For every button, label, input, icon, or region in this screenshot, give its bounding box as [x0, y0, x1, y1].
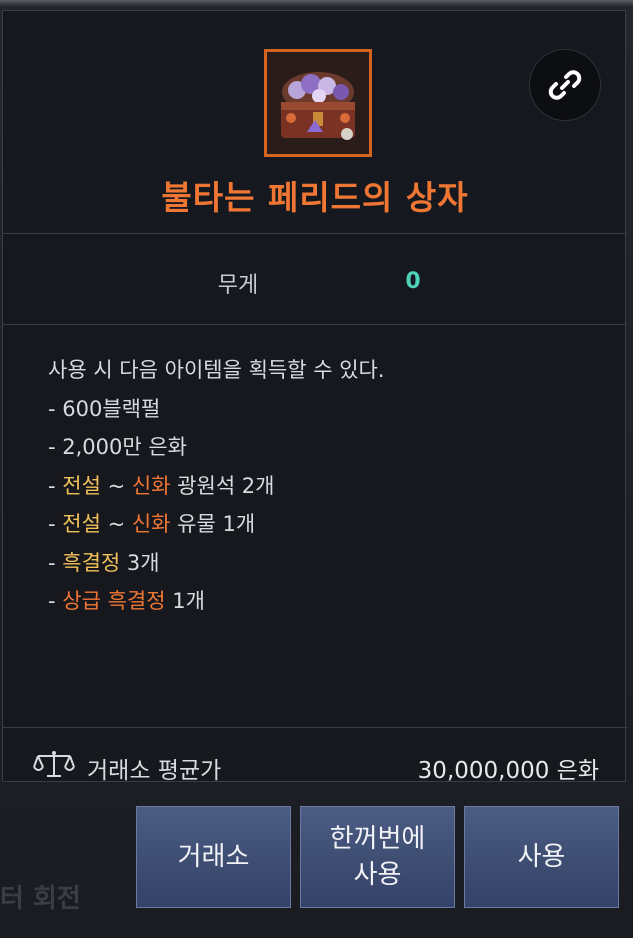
weight-value: 0 [405, 269, 421, 294]
description-segment: - [48, 473, 63, 498]
divider-bottom [3, 727, 627, 728]
description-segment: 전설 [62, 473, 101, 498]
window-top-edge [0, 0, 633, 6]
description-line: - 전설 ~ 신화 광원석 2개 [48, 471, 608, 510]
market-button[interactable]: 거래소 [136, 806, 291, 908]
description-segment: 상급 흑결정 [62, 589, 166, 613]
use-all-button[interactable]: 한꺼번에 사용 [300, 806, 455, 908]
description-segment: 3개 [120, 550, 160, 575]
divider-top [3, 233, 627, 234]
description-segment: - [48, 589, 63, 613]
description-line: - 600블랙펄 [48, 394, 608, 433]
market-price-value: 30,000,000 은화 [417, 758, 599, 784]
divider-middle [3, 324, 627, 325]
treasure-chest-icon [264, 49, 372, 157]
description-segment: - 600블랙펄 [48, 396, 161, 421]
background-ghost-text: 터 회전 [0, 884, 81, 914]
scale-icon [33, 751, 75, 777]
description-segment: 신화 [131, 473, 171, 498]
description-segment: 신화 [131, 512, 171, 536]
description-list: - 600블랙펄 - 2,000만 은화 - 전설 ~ 신화 광원석 2개 - 전설 … [48, 394, 608, 625]
description-segment: - [48, 512, 63, 536]
description-segment: 유물 1개 [170, 512, 256, 536]
description-segment: 전설 [62, 512, 101, 536]
description-segment: - [48, 550, 63, 575]
item-description: 사용 시 다음 아이템을 획득할 수 있다. - 600블랙펄 - 2,000만 … [48, 355, 608, 625]
description-line: - 상급 흑결정 1개 [48, 586, 608, 625]
description-line: - 전설 ~ 신화 유물 1개 [48, 509, 608, 548]
item-title: 불타는 페리드의 상자 [161, 178, 469, 217]
description-segment: 흑결정 [62, 550, 121, 575]
use-button[interactable]: 사용 [464, 806, 619, 908]
description-intro: 사용 시 다음 아이템을 획득할 수 있다. [48, 358, 385, 382]
description-segment: ~ [100, 473, 132, 498]
market-price-label: 거래소 평균가 [87, 758, 222, 784]
link-button[interactable] [529, 49, 601, 121]
link-icon [548, 70, 582, 100]
description-line: - 흑결정 3개 [48, 548, 608, 587]
description-segment: ~ [100, 512, 132, 536]
description-segment: 1개 [165, 589, 205, 613]
market-price-row: 거래소 평균가 30,000,000 은화 [3, 739, 627, 791]
item-tooltip-panel: 불타는 페리드의 상자 무게 0 사용 시 다음 아이템을 획득할 수 있다. … [2, 10, 627, 784]
description-segment: - 2,000만 은화 [48, 435, 188, 459]
description-line: - 2,000만 은화 [48, 432, 608, 471]
description-segment: 광원석 2개 [170, 473, 275, 498]
